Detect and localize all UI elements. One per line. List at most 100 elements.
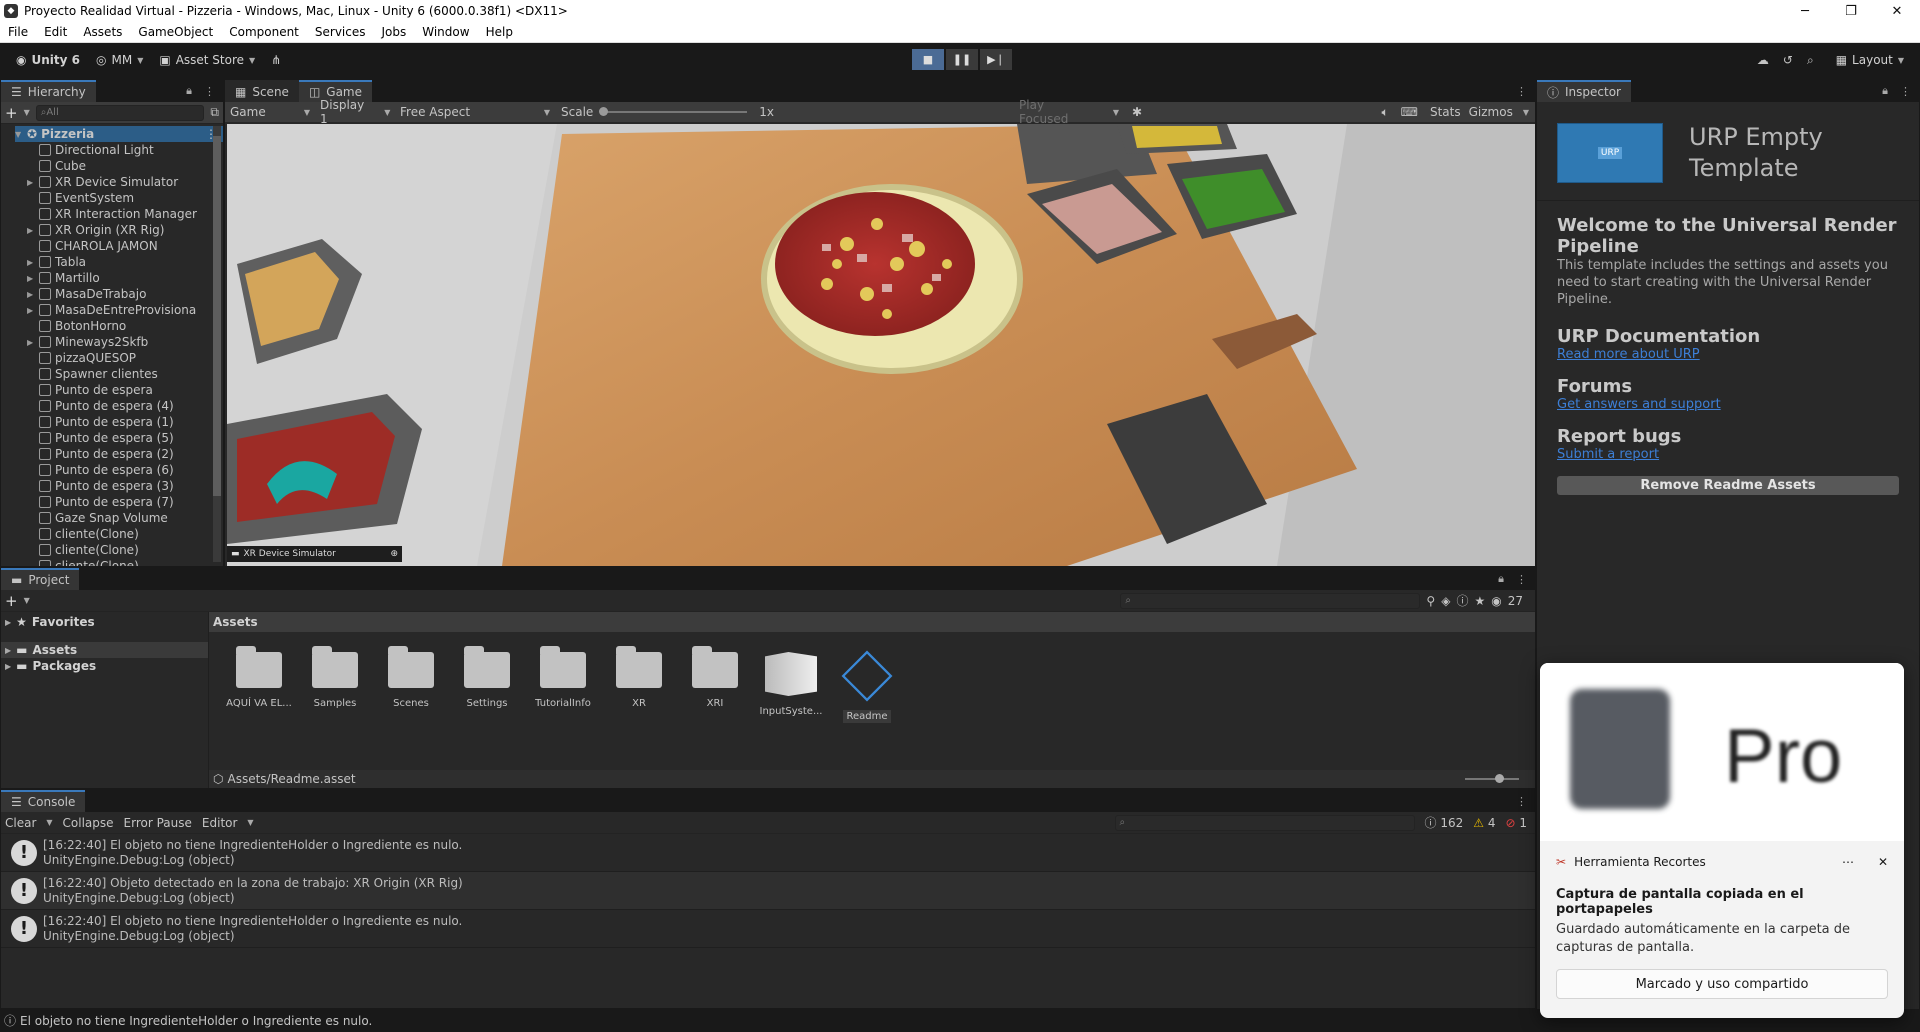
- hierarchy-scrollbar[interactable]: [213, 126, 221, 562]
- info-count-toggle[interactable]: ⓘ 162: [1425, 814, 1464, 831]
- bug-icon[interactable]: ✱: [1132, 105, 1142, 119]
- tree-item-assets[interactable]: ▶ ▬ Assets: [1, 642, 208, 658]
- docs-link[interactable]: Read more about URP: [1557, 347, 1899, 362]
- hierarchy-item[interactable]: Punto de espera (2): [27, 446, 223, 462]
- add-icon[interactable]: ⊕: [390, 549, 398, 559]
- chevron-right-icon[interactable]: ▶: [27, 290, 39, 299]
- chevron-down-icon[interactable]: ▼: [24, 108, 30, 117]
- filter-icon[interactable]: ⧉: [210, 105, 219, 120]
- scene-root[interactable]: ▼ ✪ Pizzeria ⋮: [15, 126, 223, 142]
- hierarchy-item[interactable]: cliente(Clone): [27, 542, 223, 558]
- hierarchy-item[interactable]: ▶ XR Device Simulator: [27, 174, 223, 190]
- markup-share-button[interactable]: Marcado y uso compartido: [1556, 969, 1888, 999]
- favorites-section[interactable]: ▶ ★ Favorites: [1, 614, 208, 630]
- add-icon[interactable]: +: [5, 592, 18, 610]
- close-icon[interactable]: ✕: [1878, 855, 1888, 869]
- game-dropdown[interactable]: Game ▼: [225, 105, 315, 119]
- chevron-right-icon[interactable]: ▶: [27, 258, 39, 267]
- asset-item[interactable]: Readme: [829, 650, 905, 723]
- chevron-right-icon[interactable]: ▶: [27, 306, 39, 315]
- lock-icon[interactable]: 🔒︎: [186, 84, 192, 98]
- chevron-down-icon[interactable]: ▼: [46, 818, 52, 827]
- close-window-button[interactable]: ✕: [1874, 4, 1920, 19]
- hierarchy-item[interactable]: ▶ XR Origin (XR Rig): [27, 222, 223, 238]
- hierarchy-item[interactable]: ▶ MasaDeTrabajo: [27, 286, 223, 302]
- xr-device-simulator-overlay[interactable]: ▬ XR Device Simulator ⊕: [227, 546, 402, 562]
- play-stop-button[interactable]: ■: [912, 49, 944, 70]
- hierarchy-item[interactable]: Spawner clientes: [27, 366, 223, 382]
- menu-component[interactable]: Component: [221, 25, 307, 39]
- asset-item[interactable]: InputSyste...: [753, 652, 829, 723]
- more-icon[interactable]: ⋮: [1516, 85, 1527, 98]
- scale-slider[interactable]: [599, 107, 748, 116]
- error-pause-button[interactable]: Error Pause: [124, 816, 192, 830]
- more-icon[interactable]: ⋮: [1516, 573, 1527, 586]
- menu-help[interactable]: Help: [478, 25, 521, 39]
- icon-size-slider[interactable]: [1465, 774, 1519, 783]
- step-button[interactable]: ▶❘: [980, 49, 1012, 70]
- breadcrumb[interactable]: Assets: [209, 612, 1535, 632]
- console-entry[interactable]: ! [16:22:40] Objeto detectado en la zona …: [1, 872, 1535, 910]
- project-search-input[interactable]: ⌕: [1120, 592, 1421, 609]
- aspect-dropdown[interactable]: Free Aspect ▼: [395, 105, 555, 119]
- menu-assets[interactable]: Assets: [75, 25, 130, 39]
- menu-file[interactable]: File: [0, 25, 36, 39]
- hierarchy-item[interactable]: XR Interaction Manager: [27, 206, 223, 222]
- tab-inspector[interactable]: ⓘ Inspector: [1537, 80, 1631, 102]
- asset-item[interactable]: Samples: [297, 646, 373, 723]
- tab-scene[interactable]: ▦ Scene: [225, 80, 299, 102]
- hierarchy-item[interactable]: Punto de espera (1): [27, 414, 223, 430]
- hierarchy-item[interactable]: cliente(Clone): [27, 526, 223, 542]
- screenshot-preview[interactable]: Pro: [1540, 663, 1904, 841]
- asset-item[interactable]: XRI: [677, 646, 753, 723]
- hierarchy-item[interactable]: ▶ Tabla: [27, 254, 223, 270]
- chevron-right-icon[interactable]: ▶: [27, 274, 39, 283]
- stats-button[interactable]: Stats: [1430, 105, 1461, 119]
- lock-icon[interactable]: 🔒︎: [1498, 572, 1504, 586]
- asset-item[interactable]: XR: [601, 646, 677, 723]
- search-icon[interactable]: ⌕: [1807, 53, 1814, 68]
- audio-icon[interactable]: 🔈︎: [1381, 105, 1388, 120]
- tab-console[interactable]: ☰ Console: [1, 790, 86, 812]
- play-focused-dropdown[interactable]: Play Focused ▼: [1014, 98, 1124, 126]
- menu-gameobject[interactable]: GameObject: [130, 25, 221, 39]
- keyboard-icon[interactable]: ⌨: [1401, 105, 1418, 119]
- hierarchy-item[interactable]: Punto de espera (3): [27, 478, 223, 494]
- asset-item[interactable]: Settings: [449, 646, 525, 723]
- unity-menu-button[interactable]: ◉ Unity 6: [8, 49, 88, 71]
- hierarchy-item[interactable]: pizzaQUESOP: [27, 350, 223, 366]
- forums-link[interactable]: Get answers and support: [1557, 397, 1899, 412]
- more-icon[interactable]: ⋮: [204, 85, 215, 98]
- console-entry[interactable]: ! [16:22:40] El objeto no tiene Ingredien…: [1, 834, 1535, 872]
- status-message[interactable]: El objeto no tiene IngredienteHolder o I…: [20, 1014, 372, 1028]
- chevron-down-icon[interactable]: ▼: [24, 596, 30, 605]
- tab-project[interactable]: ▬ Project: [1, 568, 80, 590]
- console-search-input[interactable]: ⌕: [1114, 814, 1415, 831]
- account-dropdown[interactable]: ◎ MM ▼: [88, 49, 151, 71]
- asset-item[interactable]: TutorialInfo: [525, 646, 601, 723]
- hierarchy-item[interactable]: Directional Light: [27, 142, 223, 158]
- icon-size-slider-handle[interactable]: [1495, 774, 1504, 783]
- warn-count-toggle[interactable]: ⚠ 4: [1473, 816, 1495, 830]
- display-dropdown[interactable]: Display 1 ▼: [315, 98, 395, 126]
- hierarchy-search-input[interactable]: ⌕ All: [35, 104, 205, 121]
- menu-jobs[interactable]: Jobs: [374, 25, 415, 39]
- asset-store-dropdown[interactable]: ▣ Asset Store ▼: [151, 49, 263, 71]
- hierarchy-item[interactable]: cliente(Clone): [27, 558, 223, 566]
- menu-edit[interactable]: Edit: [36, 25, 75, 39]
- hierarchy-item[interactable]: Punto de espera (5): [27, 430, 223, 446]
- hierarchy-item[interactable]: CHAROLA JAMON: [27, 238, 223, 254]
- pause-button[interactable]: ❚❚: [946, 49, 978, 70]
- hierarchy-item[interactable]: ▶ Martillo: [27, 270, 223, 286]
- lock-icon[interactable]: 🔒︎: [1882, 84, 1888, 98]
- chevron-down-icon[interactable]: ▼: [247, 818, 253, 827]
- hierarchy-item[interactable]: Gaze Snap Volume: [27, 510, 223, 526]
- maximize-button[interactable]: ❐: [1828, 4, 1874, 19]
- hierarchy-item[interactable]: Cube: [27, 158, 223, 174]
- undo-history-icon[interactable]: ↺: [1783, 53, 1793, 67]
- hierarchy-item[interactable]: ▶ Mineways2Skfb: [27, 334, 223, 350]
- error-count-toggle[interactable]: ⊘ 1: [1505, 816, 1527, 830]
- more-icon[interactable]: ⋮: [1900, 85, 1911, 98]
- report-bugs-link[interactable]: Submit a report: [1557, 447, 1899, 462]
- version-control-button[interactable]: ⋔: [263, 49, 289, 71]
